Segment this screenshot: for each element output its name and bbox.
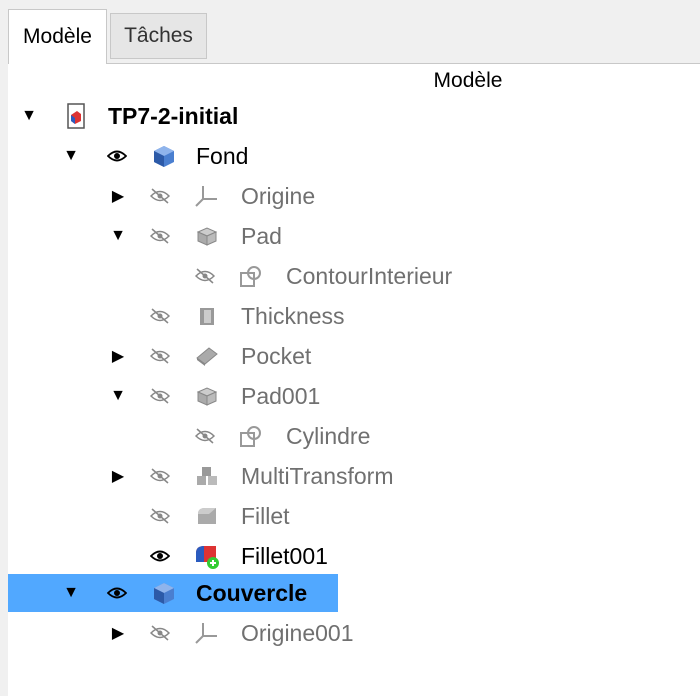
tree-label: Cylindre	[286, 422, 371, 449]
expand-arrow-down-icon[interactable]: ▼	[110, 227, 126, 244]
tree-label: ContourInterieur	[286, 262, 453, 289]
sketch-icon	[238, 263, 264, 289]
expand-arrow-down-icon[interactable]: ▼	[21, 107, 37, 124]
tree-row-multitransform[interactable]: ▶ MultiTransform	[8, 457, 700, 495]
tree-label: Fond	[196, 142, 249, 169]
document-icon	[63, 103, 89, 129]
pad-icon	[194, 223, 220, 249]
tree-label: MultiTransform	[241, 462, 394, 489]
tree-label: Pocket	[241, 342, 312, 369]
tab-model[interactable]: Modèle	[8, 9, 107, 64]
tree-row-pocket[interactable]: ▶ Pocket	[8, 337, 700, 375]
body-icon	[151, 143, 177, 169]
body-icon	[151, 580, 177, 606]
eye-hidden-icon[interactable]	[148, 306, 172, 326]
tree-row-pad001[interactable]: ▼ Pad001	[8, 377, 700, 415]
expand-arrow-right-icon[interactable]: ▶	[111, 625, 125, 642]
tree-row-contourinterieur[interactable]: ContourInterieur	[8, 257, 700, 295]
expand-arrow-down-icon[interactable]: ▼	[63, 584, 79, 601]
fillet-tip-icon	[194, 543, 220, 569]
thickness-icon	[194, 303, 220, 329]
eye-hidden-icon[interactable]	[148, 466, 172, 486]
tree-row-origine001[interactable]: ▶ Origine001	[8, 614, 700, 652]
eye-hidden-icon[interactable]	[148, 346, 172, 366]
expand-arrow-right-icon[interactable]: ▶	[111, 468, 125, 485]
tree-label: Pad001	[241, 382, 321, 409]
expand-arrow-down-icon[interactable]: ▼	[63, 147, 79, 164]
eye-icon[interactable]	[105, 146, 129, 166]
origin-icon	[194, 620, 220, 646]
tree-row-fillet001[interactable]: Fillet001	[8, 537, 700, 575]
eye-hidden-icon[interactable]	[193, 426, 217, 446]
eye-hidden-icon[interactable]	[148, 386, 172, 406]
tree-row-origine[interactable]: ▶ Origine	[8, 177, 700, 215]
eye-hidden-icon[interactable]	[148, 226, 172, 246]
tree-row-pad[interactable]: ▼ Pad	[8, 217, 700, 255]
tree-row-cylindre[interactable]: Cylindre	[8, 417, 700, 455]
eye-hidden-icon[interactable]	[193, 266, 217, 286]
tree-label: Origine	[241, 182, 316, 209]
eye-hidden-icon[interactable]	[148, 623, 172, 643]
fillet-icon	[194, 503, 220, 529]
expand-arrow-right-icon[interactable]: ▶	[111, 348, 125, 365]
tree-label: Fillet	[241, 502, 290, 529]
tree-label: Couvercle	[196, 579, 308, 606]
tree-label: Fillet001	[241, 542, 328, 569]
tree-header: Modèle	[433, 69, 503, 92]
tree-row-fillet[interactable]: Fillet	[8, 497, 700, 535]
tab-tasks[interactable]: Tâches	[110, 13, 207, 59]
pocket-icon	[194, 343, 220, 369]
tree-row-couvercle[interactable]: ▼ Couvercle	[8, 574, 700, 612]
tree-label: TP7-2-initial	[108, 102, 239, 129]
eye-hidden-icon[interactable]	[148, 506, 172, 526]
eye-hidden-icon[interactable]	[148, 186, 172, 206]
model-tree-panel: Modèle ▼ TP7-2-initial ▼ Fond ▶ Origine …	[8, 63, 700, 696]
tree-label: Origine001	[241, 619, 354, 646]
eye-icon[interactable]	[105, 583, 129, 603]
origin-icon	[194, 183, 220, 209]
tree-row-thickness[interactable]: Thickness	[8, 297, 700, 335]
tree-row-fond[interactable]: ▼ Fond	[8, 137, 700, 175]
expand-arrow-right-icon[interactable]: ▶	[111, 188, 125, 205]
tree-row-document[interactable]: ▼ TP7-2-initial	[8, 97, 700, 135]
eye-icon[interactable]	[148, 546, 172, 566]
tree-label: Thickness	[241, 302, 345, 329]
pad-icon	[194, 383, 220, 409]
tree-label: Pad	[241, 222, 282, 249]
tab-bar: Modèle Tâches	[0, 0, 700, 64]
expand-arrow-down-icon[interactable]: ▼	[110, 387, 126, 404]
multitransform-icon	[194, 463, 220, 489]
sketch-icon	[238, 423, 264, 449]
